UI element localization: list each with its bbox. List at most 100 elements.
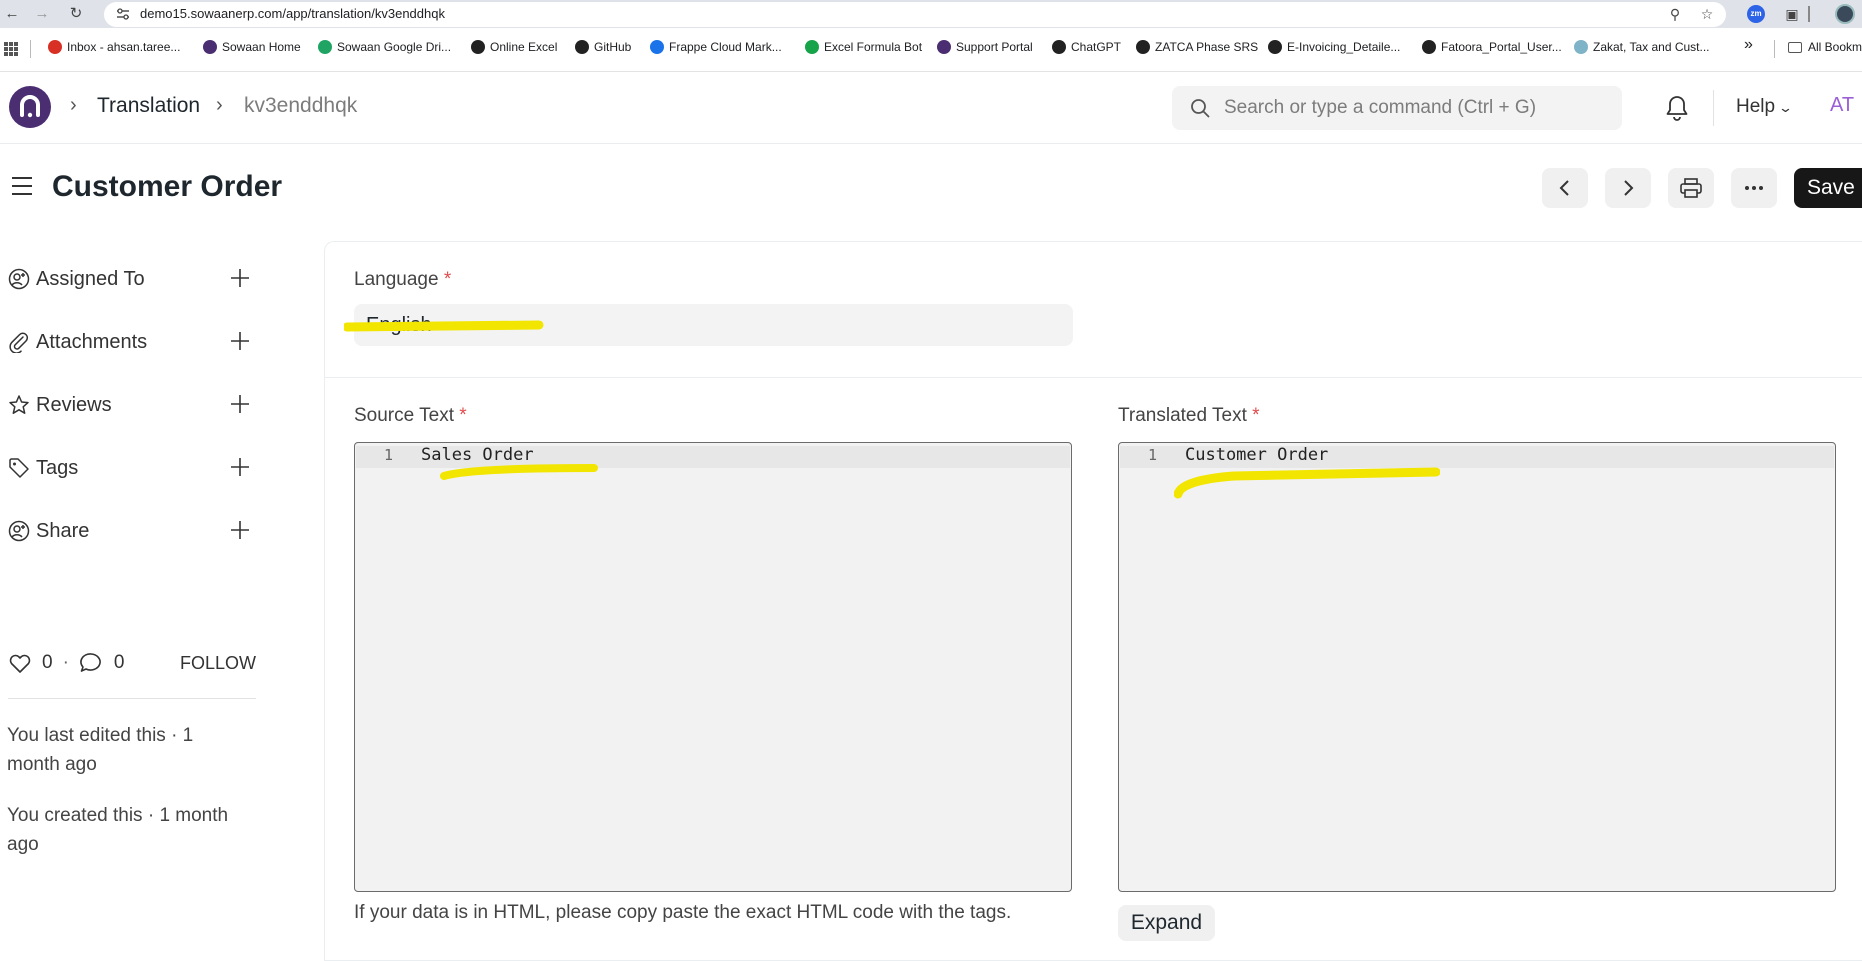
awesomebar[interactable] [1172, 86, 1622, 130]
notification-bell-icon[interactable] [1664, 94, 1690, 122]
breadcrumb-translation[interactable]: Translation [97, 94, 200, 118]
more-actions-button[interactable] [1731, 168, 1777, 208]
zoom-icon[interactable]: ⚲ [1666, 5, 1684, 23]
bookmark-favicon-icon [1268, 40, 1282, 54]
bookmark-favicon-icon [937, 40, 951, 54]
add-icon[interactable] [228, 329, 252, 353]
bookmark-item[interactable]: GitHub [575, 40, 631, 54]
bookmark-item[interactable]: Excel Formula Bot [805, 40, 922, 54]
created-note: You created this · 1 month ago [7, 805, 229, 855]
page-title: Customer Order [52, 170, 283, 203]
source-text-content[interactable]: Sales Order [421, 445, 534, 465]
follow-button[interactable]: FOLLOW [180, 653, 256, 674]
translated-text-editor[interactable]: 1 Customer Order [1118, 442, 1836, 892]
header-divider [1713, 90, 1714, 126]
bookmark-item[interactable]: Online Excel [471, 40, 557, 54]
sidebar-item-attachments[interactable]: Attachments [8, 327, 258, 357]
bookmark-label: Excel Formula Bot [824, 40, 923, 54]
sidebar-item-reviews[interactable]: Reviews [8, 390, 258, 420]
folder-icon [1788, 41, 1802, 53]
bookmark-divider [1774, 40, 1775, 58]
sidebar-item-label: Attachments [36, 330, 148, 353]
extensions-icon[interactable]: ▣ [1783, 5, 1801, 23]
bookmark-favicon-icon [318, 40, 332, 54]
sidebar-toggle-icon[interactable] [10, 176, 34, 196]
bookmark-item[interactable]: Support Portal [937, 40, 1033, 54]
app-logo[interactable] [9, 86, 51, 128]
bookmark-item[interactable]: Zakat, Tax and Cust... [1574, 40, 1710, 54]
url-text[interactable]: demo15.sowaanerp.com/app/translation/kv3… [140, 6, 445, 21]
language-field[interactable] [354, 304, 1073, 346]
bookmark-favicon-icon [471, 40, 485, 54]
source-text-editor[interactable]: 1 Sales Order [354, 442, 1072, 892]
logo-icon [20, 95, 40, 118]
chevron-down-icon: ⌄ [1778, 100, 1794, 115]
address-bar[interactable]: demo15.sowaanerp.com/app/translation/kv3… [104, 2, 1726, 27]
sidebar-item-label: Reviews [36, 393, 112, 416]
bookmark-label: Frappe Cloud Mark... [669, 40, 782, 54]
bookmark-favicon-icon [575, 40, 589, 54]
previous-doc-button[interactable] [1542, 168, 1588, 208]
save-button[interactable]: Save [1794, 168, 1862, 208]
breadcrumb-record[interactable]: kv3enddhqk [244, 94, 357, 118]
required-mark: * [459, 405, 467, 426]
bookmark-item[interactable]: Fatoora_Portal_User... [1422, 40, 1562, 54]
source-label-text: Source Text [354, 405, 454, 426]
star-icon [9, 395, 29, 414]
expand-button[interactable]: Expand [1118, 905, 1215, 941]
bookmark-item[interactable]: ChatGPT [1052, 40, 1121, 54]
engagement-bar: 0 · 0 FOLLOW [8, 650, 260, 676]
sidebar-item-assigned-to[interactable]: Assigned To [8, 264, 258, 294]
chevron-right-icon [1624, 180, 1634, 196]
bookmark-favicon-icon [650, 40, 664, 54]
sidebar-item-label: Tags [36, 456, 79, 479]
breadcrumb-chevron-icon: › [216, 94, 223, 116]
bookmark-item[interactable]: ZATCA Phase SRS [1136, 40, 1258, 54]
sidebar-item-tags[interactable]: Tags [8, 453, 258, 483]
zoom-extension-icon[interactable]: zm [1747, 5, 1765, 23]
add-icon[interactable] [228, 455, 252, 479]
user-avatar[interactable]: AT [1830, 94, 1854, 117]
bookmark-favicon-icon [1422, 40, 1436, 54]
bookmark-item[interactable]: Sowaan Google Dri... [318, 40, 451, 54]
add-icon[interactable] [228, 392, 252, 416]
bookmark-item[interactable]: E-Invoicing_Detaile... [1268, 40, 1400, 54]
line-number: 1 [384, 446, 394, 464]
site-settings-icon[interactable] [116, 7, 130, 21]
help-dropdown[interactable]: Help ⌄ [1736, 96, 1794, 118]
toolbar-divider [1808, 6, 1810, 22]
next-doc-button[interactable] [1605, 168, 1651, 208]
bookmark-label: Support Portal [956, 40, 1033, 54]
search-input[interactable] [1224, 86, 1604, 130]
comment-icon[interactable] [79, 652, 103, 674]
profile-avatar[interactable] [1835, 4, 1855, 24]
forward-icon[interactable]: → [32, 4, 52, 24]
bookmark-star-icon[interactable]: ☆ [1698, 5, 1716, 23]
heart-icon[interactable] [8, 652, 32, 674]
bookmark-label: Sowaan Home [222, 40, 301, 54]
bookmark-favicon-icon [48, 40, 62, 54]
bookmark-item[interactable]: Frappe Cloud Mark... [650, 40, 782, 54]
all-bookmarks[interactable]: All Bookm [1788, 40, 1862, 54]
likes-count: 0 [42, 652, 53, 673]
breadcrumb-chevron-icon: › [70, 94, 77, 116]
print-button[interactable] [1668, 168, 1714, 208]
add-icon[interactable] [228, 266, 252, 290]
help-label: Help [1736, 96, 1776, 117]
bookmark-label: ChatGPT [1071, 40, 1122, 54]
apps-grid-icon[interactable] [4, 42, 18, 56]
back-icon[interactable]: ← [2, 4, 22, 24]
bookmarks-bar: Inbox - ahsan.taree... Sowaan Home Sowaan … [0, 28, 1862, 72]
printer-icon [1680, 178, 1702, 198]
add-icon[interactable] [228, 518, 252, 542]
reload-icon[interactable]: ↻ [66, 4, 86, 24]
translated-text-content[interactable]: Customer Order [1185, 445, 1328, 465]
bookmark-item[interactable]: Sowaan Home [203, 40, 301, 54]
sidebar-item-share[interactable]: Share [8, 516, 258, 546]
bookmark-item[interactable]: Inbox - ahsan.taree... [48, 40, 180, 54]
bookmark-label: Inbox - ahsan.taree... [67, 40, 181, 54]
bookmark-label: Online Excel [490, 40, 558, 54]
bookmarks-overflow[interactable]: » [1744, 36, 1753, 54]
html-help-text: If your data is in HTML, please copy pas… [354, 902, 1012, 923]
tag-icon [9, 458, 29, 478]
